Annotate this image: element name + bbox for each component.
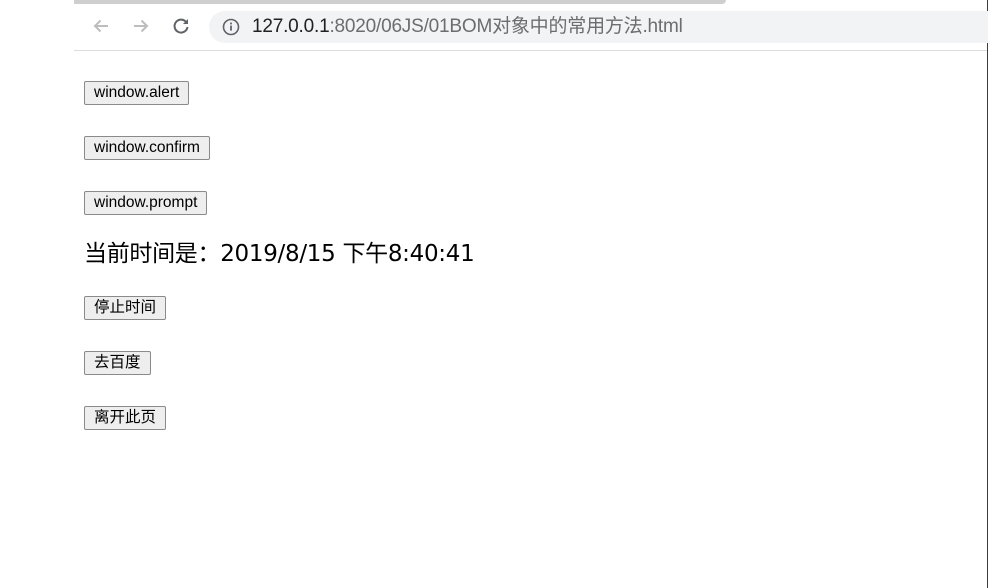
leave-page-button[interactable]: 离开此页 xyxy=(84,406,167,430)
browser-toolbar: 127.0.0.1:8020/06JS/01BOM对象中的常用方法.html xyxy=(74,4,988,51)
window-prompt-button[interactable]: window.prompt xyxy=(84,191,208,215)
arrow-left-icon xyxy=(93,19,108,33)
url-path: :8020/06JS/01BOM对象中的常用方法.html xyxy=(329,16,683,37)
url-text[interactable]: 127.0.0.1:8020/06JS/01BOM对象中的常用方法.html xyxy=(252,17,683,37)
info-circle-icon[interactable] xyxy=(222,18,240,36)
reload-button[interactable] xyxy=(167,12,195,40)
stop-time-button[interactable]: 停止时间 xyxy=(84,296,167,320)
back-button[interactable] xyxy=(87,12,115,40)
arrow-right-icon xyxy=(134,19,149,33)
browser-window: 127.0.0.1:8020/06JS/01BOM对象中的常用方法.html w… xyxy=(74,0,988,588)
go-baidu-button[interactable]: 去百度 xyxy=(84,351,151,375)
window-alert-button[interactable]: window.alert xyxy=(84,81,190,105)
address-bar[interactable]: 127.0.0.1:8020/06JS/01BOM对象中的常用方法.html xyxy=(209,11,988,43)
current-time-text: 当前时间是：2019/8/15 下午8:40:41 xyxy=(84,241,475,267)
url-host: 127.0.0.1 xyxy=(252,16,330,37)
reload-icon xyxy=(173,18,189,34)
window-confirm-button[interactable]: window.confirm xyxy=(84,136,210,160)
screen: 127.0.0.1:8020/06JS/01BOM对象中的常用方法.html w… xyxy=(0,0,988,588)
page-content: window.alert window.confirm window.promp… xyxy=(84,51,984,581)
forward-button[interactable] xyxy=(127,12,155,40)
